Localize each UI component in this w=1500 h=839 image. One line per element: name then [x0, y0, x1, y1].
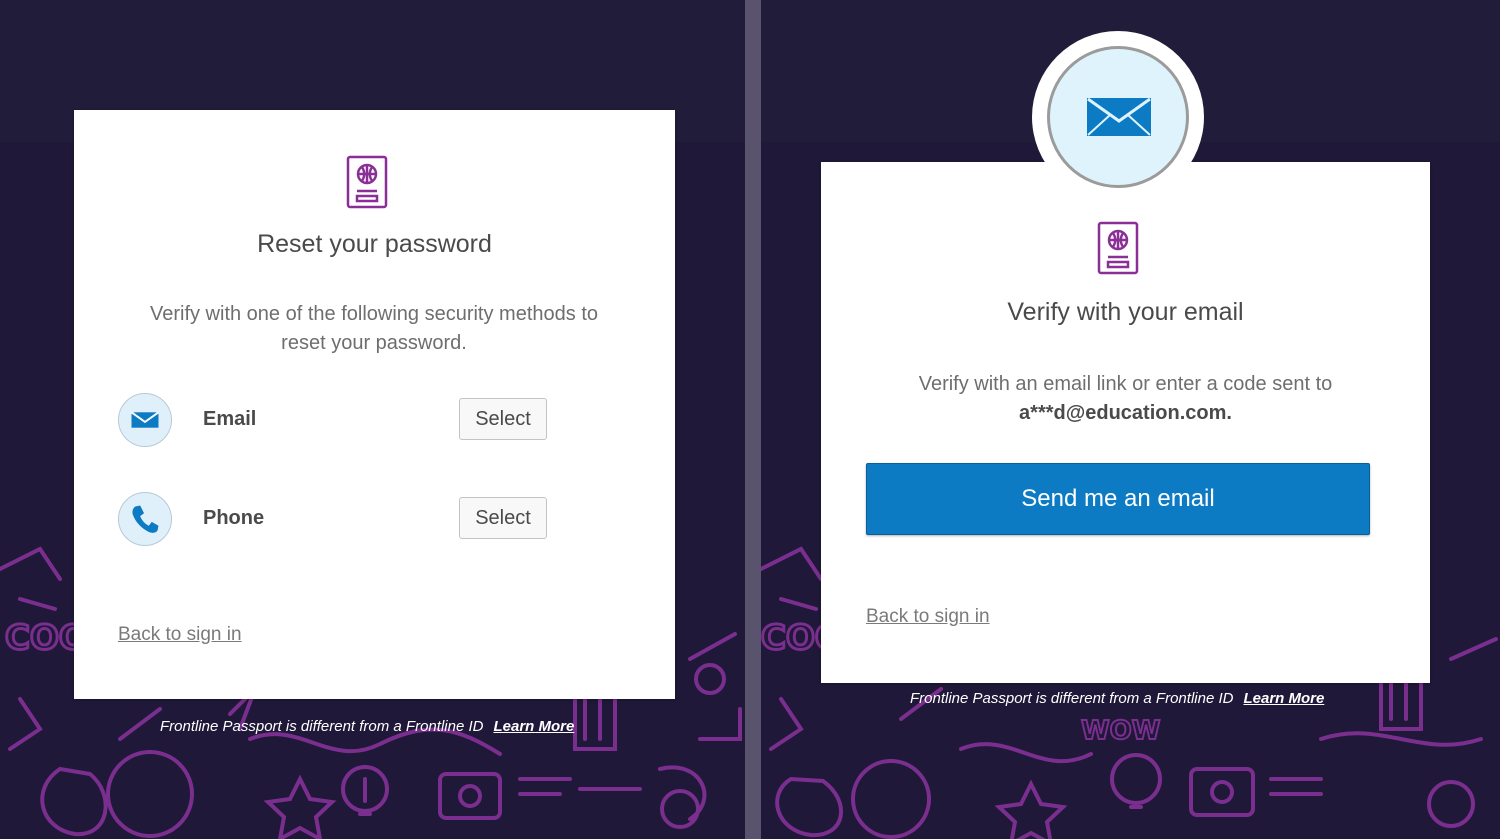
verify-description: Verify with an email link or enter a cod… — [861, 370, 1390, 428]
reset-password-panel: COOL Reset your password Verify with one… — [0, 0, 745, 839]
method-label-phone: Phone — [203, 507, 265, 529]
learn-more-link[interactable]: Learn More — [493, 718, 574, 735]
verify-description-text: Verify with an email link or enter a cod… — [918, 373, 1333, 395]
page-title: Verify with your email — [1007, 298, 1244, 326]
panel-divider — [745, 0, 761, 839]
masked-email: a***d@education.com. — [1019, 402, 1232, 424]
email-avatar — [1032, 31, 1204, 203]
envelope-icon — [118, 393, 172, 447]
phone-icon — [118, 492, 172, 546]
select-phone-button[interactable]: Select — [459, 497, 547, 539]
back-to-sign-in-link[interactable]: Back to sign in — [866, 606, 990, 628]
reset-password-card: Reset your password Verify with one of t… — [74, 110, 675, 699]
footer-text: Frontline Passport is different from a F… — [160, 718, 484, 735]
page-title: Reset your password — [257, 230, 492, 258]
send-email-button[interactable]: Send me an email — [866, 463, 1370, 535]
svg-text:WOW: WOW — [1081, 716, 1160, 746]
footer-note: Frontline Passport is different from a F… — [160, 718, 574, 735]
avatar-circle — [1047, 46, 1189, 188]
footer-note: Frontline Passport is different from a F… — [910, 690, 1324, 707]
learn-more-link[interactable]: Learn More — [1243, 690, 1324, 707]
passport-icon — [346, 155, 388, 209]
method-label-email: Email — [203, 408, 257, 430]
back-to-sign-in-link[interactable]: Back to sign in — [118, 624, 242, 646]
envelope-icon — [1087, 97, 1151, 136]
method-phone-row: Phone Select — [118, 491, 558, 551]
footer-text: Frontline Passport is different from a F… — [910, 690, 1234, 707]
select-email-button[interactable]: Select — [459, 398, 547, 440]
verify-email-panel: COO WOW Verify with your email Verify wi… — [761, 0, 1500, 839]
verify-email-card: Verify with your email Verify with an em… — [821, 162, 1430, 683]
method-email-row: Email Select — [118, 392, 558, 452]
reset-description: Verify with one of the following securit… — [149, 303, 598, 354]
passport-icon — [1097, 221, 1139, 275]
